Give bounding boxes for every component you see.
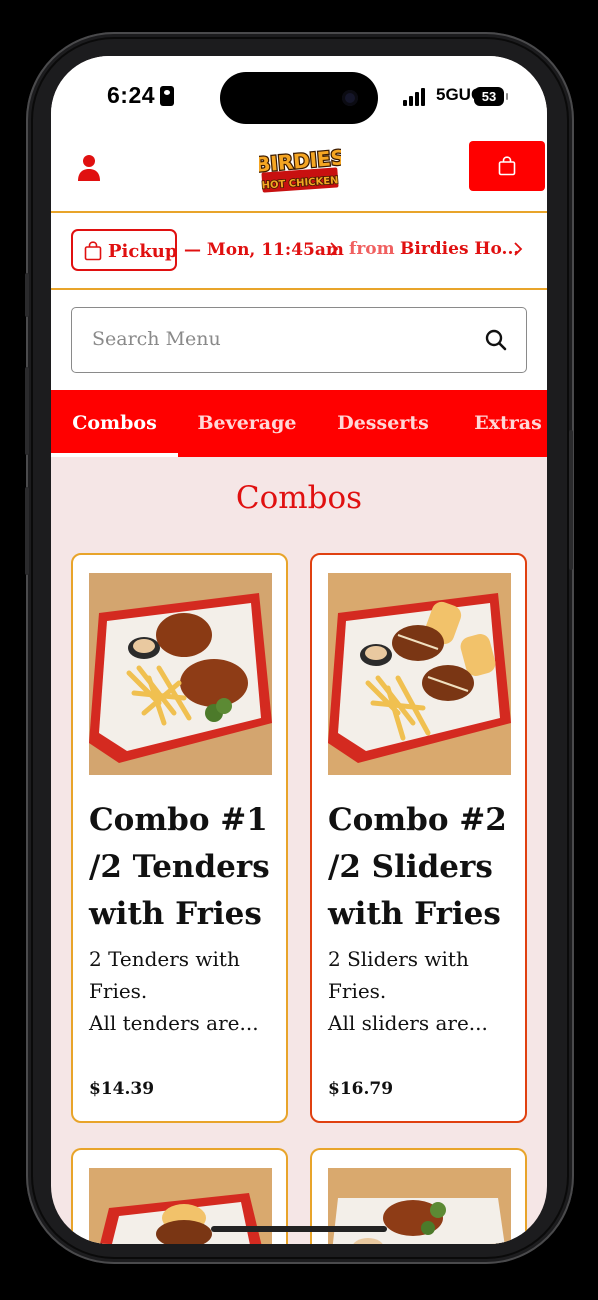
chevron-right-icon [514,242,523,256]
power-button [569,430,573,570]
pickup-button[interactable]: Pickup [71,229,177,271]
from-label: from [349,239,395,259]
tab-combos[interactable]: Combos [51,390,178,457]
menu-item-card[interactable]: Combo #2 /2 Sliders with Fries 2 Sliders… [310,553,527,1123]
chevron-right-icon [330,242,339,256]
menu-item-description: 2 Tenders with Fries. [89,947,240,1003]
search-box[interactable] [71,307,527,373]
status-time: 6:24 [107,82,156,108]
shopping-bag-icon [84,241,102,261]
search-icon[interactable] [484,328,508,352]
location-selector[interactable]: Birdies Ho... [400,239,519,259]
signal-icon [403,88,429,106]
status-bar: 6:24 5GUC 53 [51,56,547,138]
menu-item-image [89,573,272,775]
tab-extras[interactable]: Extras [465,390,547,457]
menu-item-price: $14.39 [89,1079,155,1099]
battery-icon: 53 [474,87,508,106]
camera-icon [342,90,358,106]
order-time-selector[interactable]: — Mon, 11:45am [184,240,344,260]
pickup-label: Pickup [108,241,178,262]
action-button [25,273,29,317]
order-settings-bar: Pickup — Mon, 11:45am from Birdies Ho... [51,213,547,290]
menu-item-name: Combo #1 /2 Tenders with Fries [89,802,270,932]
menu-item-image [328,573,511,775]
cart-button[interactable] [469,141,545,191]
contact-card-icon [160,86,174,106]
app-header: BIRDIES HOT CHICKEN [51,138,547,213]
menu-item-card[interactable]: Combo #1 /2 Tenders with Fries 2 Tenders… [71,553,288,1123]
app-screen: 6:24 5GUC 53 BIRDIES HOT CHICKEN Pickup … [51,56,547,1244]
active-tab-indicator [51,453,178,457]
volume-down-button [25,487,29,575]
user-icon[interactable] [77,154,101,182]
menu-item-name: Combo #2 /2 Sliders with Fries [328,802,507,932]
brand-logo[interactable]: BIRDIES HOT CHICKEN [253,140,347,194]
menu-item-description: 2 Sliders with Fries. [328,947,469,1003]
section-title: Combos [235,480,363,516]
tab-desserts[interactable]: Desserts [331,390,435,457]
shopping-bag-icon [498,156,516,176]
menu-item-price: $16.79 [328,1079,394,1099]
menu-item-image [328,1168,511,1244]
menu-item-description-more: All tenders are... [89,1011,259,1035]
tab-beverage[interactable]: Beverage [191,390,303,457]
volume-up-button [25,367,29,455]
category-tabs: Combos Beverage Desserts Extras [51,390,547,457]
home-indicator[interactable] [211,1226,387,1232]
menu-item-image [89,1168,272,1244]
search-area [51,290,547,390]
search-input[interactable] [92,328,472,350]
menu-item-description-more: All sliders are... [328,1011,488,1035]
dynamic-island [220,72,378,124]
